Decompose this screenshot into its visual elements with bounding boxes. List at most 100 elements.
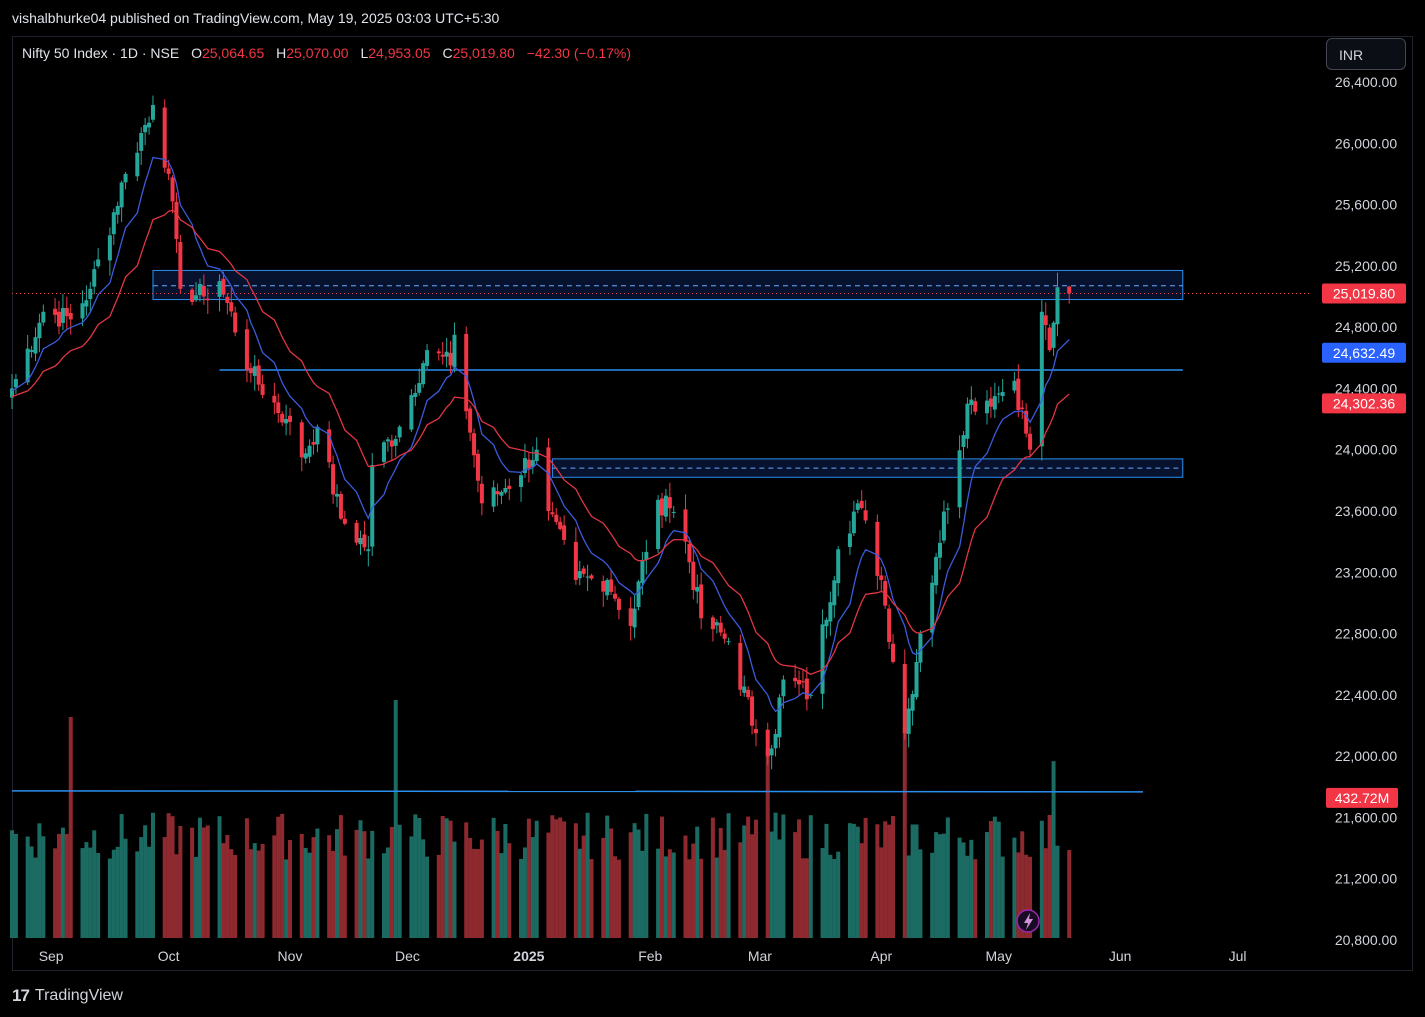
- candle: [824, 617, 829, 639]
- volume-bar: [29, 846, 34, 938]
- volume-bar: [992, 816, 997, 938]
- volume-bar: [260, 844, 265, 938]
- candle: [495, 483, 500, 506]
- candle: [585, 564, 590, 592]
- time-axis[interactable]: Sep Oct Nov Dec 2025 Feb Mar Apr May Jun Jul: [39, 948, 1247, 964]
- price-tag-label: 24,632.49: [1333, 345, 1395, 361]
- volume-bar: [68, 717, 73, 938]
- volume-bar: [56, 833, 61, 938]
- candle: [33, 327, 38, 362]
- candle-body: [440, 354, 445, 357]
- candle: [726, 637, 731, 646]
- volume-bar: [738, 842, 743, 938]
- volume-bar: [13, 833, 18, 938]
- candle-body: [248, 368, 253, 374]
- candle-body: [13, 379, 18, 388]
- volume-bar: [836, 851, 841, 938]
- candle-body: [413, 392, 418, 397]
- volume-bar: [143, 825, 148, 938]
- volume-bar: [519, 858, 524, 938]
- candle: [307, 439, 312, 464]
- candle: [119, 180, 124, 223]
- candle-body: [1020, 407, 1025, 409]
- candle-body: [800, 681, 805, 683]
- candle-body: [613, 593, 618, 599]
- candle-body: [957, 450, 962, 508]
- candle-body: [381, 442, 386, 462]
- volume-bar: [891, 816, 896, 938]
- tradingview-logo[interactable]: 17 TradingView: [12, 986, 123, 1006]
- candle: [601, 575, 606, 607]
- candle-body: [769, 748, 774, 756]
- volume-bar: [413, 814, 418, 938]
- candle-body: [965, 403, 970, 439]
- volume-bar: [288, 839, 293, 938]
- volume-bar: [162, 837, 167, 938]
- candle: [389, 434, 394, 462]
- candle: [248, 362, 253, 383]
- volume-bar: [1047, 815, 1052, 938]
- price-chart[interactable]: 26,400.00 26,000.00 25,600.00 25,200.00 24,8…: [0, 0, 1425, 1017]
- candle-body: [945, 508, 950, 510]
- candle: [37, 313, 42, 353]
- candle: [554, 507, 559, 525]
- candle: [475, 449, 480, 493]
- volume-bar: [644, 813, 649, 938]
- price-tick-label: 25,600.00: [1335, 197, 1397, 213]
- volume-bar: [534, 820, 539, 938]
- candle: [667, 482, 672, 523]
- volume-bar: [88, 847, 93, 938]
- time-tick-label: Mar: [748, 948, 772, 964]
- volume-bar: [284, 859, 289, 938]
- volume-bar: [303, 847, 308, 938]
- volume-bar: [37, 823, 42, 938]
- currency-button[interactable]: INR: [1326, 38, 1406, 70]
- candle: [10, 374, 14, 410]
- candle-body: [847, 533, 852, 547]
- volume-bar: [550, 815, 555, 938]
- open-key: O: [191, 45, 202, 61]
- price-tick-label: 25,200.00: [1335, 258, 1397, 274]
- candle: [468, 405, 473, 441]
- candle-body: [601, 581, 606, 592]
- volume-bar: [315, 828, 320, 938]
- zone-layer: [12, 269, 1312, 478]
- candle-body: [311, 442, 316, 445]
- candle-body: [554, 514, 559, 522]
- volume-bar: [847, 823, 852, 938]
- candle: [107, 227, 112, 276]
- candle: [507, 478, 512, 501]
- volume-bar: [370, 830, 375, 938]
- volume-bar: [573, 823, 578, 938]
- candle: [170, 175, 175, 214]
- volume-layer: [10, 700, 1144, 938]
- volume-bar: [879, 847, 884, 938]
- candle: [143, 117, 148, 146]
- volume-bar: [60, 827, 65, 938]
- candle-body: [335, 493, 339, 497]
- candle-body: [68, 312, 73, 320]
- volume-bar: [985, 832, 989, 938]
- candle: [965, 397, 970, 449]
- lightning-icon[interactable]: [1016, 909, 1040, 933]
- candle-body: [366, 549, 371, 552]
- volume-bar: [150, 812, 155, 938]
- volume-bar: [781, 814, 786, 938]
- candle-body: [252, 366, 257, 376]
- candle: [393, 435, 398, 457]
- candle: [284, 404, 289, 436]
- symbol-label[interactable]: Nifty 50 Index · 1D · NSE: [22, 45, 179, 61]
- candle-body: [244, 329, 249, 370]
- candle: [526, 452, 531, 483]
- volume-bar: [554, 819, 559, 938]
- candle-body: [996, 393, 1001, 395]
- candle: [969, 386, 974, 415]
- candle: [773, 729, 778, 757]
- price-axis[interactable]: 26,400.00 26,000.00 25,600.00 25,200.00 24,8…: [1335, 74, 1397, 948]
- price-tick-label: 23,200.00: [1335, 564, 1397, 580]
- candle-body: [33, 337, 38, 354]
- price-tick-label: 20,800.00: [1335, 932, 1397, 948]
- volume-bar: [225, 834, 230, 938]
- candle: [656, 495, 661, 553]
- volume-bar: [491, 817, 496, 938]
